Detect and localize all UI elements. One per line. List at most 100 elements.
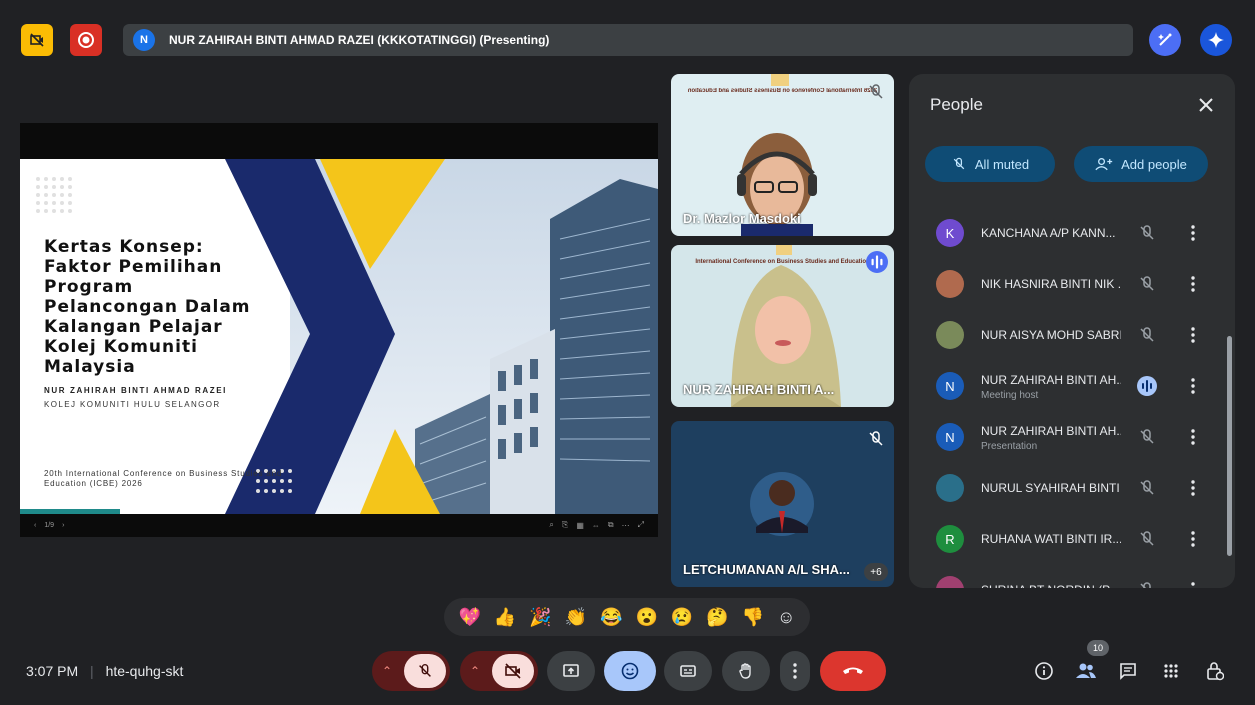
meeting-details-button[interactable] (1032, 659, 1056, 683)
apps-grid-icon (1164, 664, 1178, 678)
presenting-banner: N NUR ZAHIRAH BINTI AHMAD RAZEI (KKKOTAT… (123, 24, 1133, 56)
grid-icon[interactable]: ▦ (576, 521, 584, 530)
leave-call-button[interactable] (820, 651, 886, 691)
add-people-label: Add people (1121, 156, 1187, 172)
more-vert-icon[interactable] (1187, 529, 1199, 549)
mic-off-icon (1140, 225, 1154, 240)
more-vert-icon[interactable] (1187, 478, 1199, 498)
slide-title-line: Kolej Komuniti (44, 337, 198, 357)
fullscreen-icon[interactable]: ⤢ (638, 520, 644, 530)
magic-pen-icon (1158, 33, 1172, 46)
more-participants-badge[interactable]: +6 (864, 563, 888, 581)
more-icon[interactable]: ⋯ (622, 521, 630, 530)
prev-slide-icon[interactable]: ‹ (34, 522, 36, 529)
lock-person-icon (1207, 662, 1224, 681)
participant-row[interactable]: SURINA BT NORDIN (P... (909, 565, 1229, 588)
scrollbar[interactable] (1227, 336, 1232, 556)
participant-role: Presentation (981, 441, 1038, 452)
people-button[interactable] (1074, 659, 1098, 683)
participant-row[interactable]: NURUL SYAHIRAH BINTI ... (909, 463, 1229, 513)
more-vert-icon[interactable] (1187, 274, 1199, 294)
meeting-code: hte-quhg-skt (105, 663, 184, 679)
add-person-icon (1095, 158, 1113, 171)
more-vert-icon[interactable] (1187, 376, 1199, 396)
participant-row[interactable]: NIK HASNIRA BINTI NIK ... (909, 259, 1229, 309)
captions-button[interactable] (664, 651, 712, 691)
presenter-avatar: N (133, 29, 155, 51)
zoom-icon[interactable]: ⌕ (549, 520, 553, 530)
reaction-emoji[interactable]: 😂 (600, 608, 622, 626)
present-screen-button[interactable] (547, 651, 595, 691)
current-time: 3:07 PM (26, 663, 79, 679)
more-vert-icon[interactable] (1187, 580, 1199, 588)
reaction-emoji[interactable]: 👎 (742, 608, 764, 626)
reactions-bar: 💖 👍 🎉 👏 😂 😮 😢 🤔 👎 ☺ (444, 598, 810, 636)
participant-tile-3[interactable]: LETCHUMANAN A/L SHA... +6 (671, 421, 894, 587)
participant-tile-2[interactable]: International Conference on Business Stu… (671, 245, 894, 407)
chat-button[interactable] (1116, 659, 1140, 683)
mic-off-icon (869, 84, 883, 99)
slide-controls-bar: ‹ 1/9 › ⌕ ⎘ ▦ ⇔ ⧉ ⋯ ⤢ (20, 514, 658, 536)
gemini-button[interactable] (1200, 24, 1232, 56)
participant-name: LETCHUMANAN A/L SHA... (683, 562, 850, 577)
link-icon[interactable]: ⎘ (562, 520, 568, 530)
reaction-emoji[interactable]: ☺ (777, 608, 795, 626)
slide-author: NUR ZAHIRAH BINTI AHMAD RAZEI (44, 386, 227, 395)
participant-name: NUR ZAHIRAH BINTI AH... (981, 373, 1121, 387)
participant-row[interactable]: N NUR ZAHIRAH BINTI AH... Presentation (909, 412, 1229, 462)
all-muted-button[interactable]: All muted (925, 146, 1055, 182)
info-separator: | (90, 663, 94, 679)
camera-off-icon (505, 663, 521, 679)
reaction-emoji[interactable]: 😢 (671, 608, 693, 626)
pip-icon[interactable]: ⧉ (608, 520, 614, 530)
participant-name: NURUL SYAHIRAH BINTI ... (981, 481, 1121, 495)
no-video-indicator-button[interactable] (21, 24, 53, 56)
avatar (936, 474, 964, 502)
slide-title-line: Kalangan Pelajar (44, 317, 223, 337)
add-people-button[interactable]: Add people (1074, 146, 1208, 182)
gemini-sparkle-icon (1208, 32, 1224, 48)
mic-options-chevron-icon[interactable]: ⌃ (382, 664, 392, 678)
reaction-emoji[interactable]: 👍 (494, 608, 516, 626)
presentation-slide: Kertas Konsep: Faktor Pemilihan Program … (20, 159, 658, 514)
participant-row[interactable]: N NUR ZAHIRAH BINTI AH... Meeting host (909, 361, 1229, 411)
more-vert-icon[interactable] (1187, 223, 1199, 243)
magic-pen-button[interactable] (1149, 24, 1181, 56)
reactions-button[interactable] (604, 651, 656, 691)
reaction-emoji[interactable]: 🤔 (706, 608, 728, 626)
info-icon (1035, 662, 1053, 680)
emoji-icon (621, 662, 639, 680)
participant-tile-1[interactable]: 2026 International Conference on Busines… (671, 74, 894, 236)
panel-title: People (930, 95, 983, 114)
activities-button[interactable] (1159, 659, 1183, 683)
reaction-emoji[interactable]: 💖 (458, 608, 480, 626)
camera-toggle-button[interactable] (492, 654, 534, 688)
slide-title-line: Malaysia (44, 357, 136, 377)
present-screen-icon (563, 664, 579, 677)
participant-row[interactable]: K KANCHANA A/P KANN... (909, 208, 1229, 258)
close-icon[interactable] (1195, 94, 1217, 116)
slide-institution: KOLEJ KOMUNITI HULU SELANGOR (44, 400, 221, 409)
more-vert-icon[interactable] (1187, 325, 1199, 345)
participant-name: Dr. Mazlor Masdoki (683, 211, 801, 226)
participant-row[interactable]: NUR AISYA MOHD SABRI (909, 310, 1229, 360)
camera-options-chevron-icon[interactable]: ⌃ (470, 664, 480, 678)
more-vert-icon[interactable] (1187, 427, 1199, 447)
mic-toggle-button[interactable] (404, 654, 446, 688)
camera-control-group: ⌃ (460, 651, 538, 691)
speaking-indicator-icon (866, 251, 888, 273)
fit-icon[interactable]: ⇔ (592, 521, 600, 530)
mic-off-icon (1140, 327, 1154, 342)
more-options-button[interactable] (780, 651, 810, 691)
host-controls-button[interactable] (1203, 659, 1227, 683)
people-icon (1076, 663, 1096, 678)
presenting-text: NUR ZAHIRAH BINTI AHMAD RAZEI (KKKOTATIN… (169, 33, 550, 47)
raise-hand-button[interactable] (722, 651, 770, 691)
participant-row[interactable]: R RUHANA WATI BINTI IR... (909, 514, 1229, 564)
reaction-emoji[interactable]: 🎉 (529, 608, 551, 626)
avatar: N (936, 423, 964, 451)
next-slide-icon[interactable]: › (62, 522, 64, 529)
recording-indicator-button[interactable] (70, 24, 102, 56)
reaction-emoji[interactable]: 😮 (635, 608, 657, 626)
reaction-emoji[interactable]: 👏 (565, 608, 587, 626)
